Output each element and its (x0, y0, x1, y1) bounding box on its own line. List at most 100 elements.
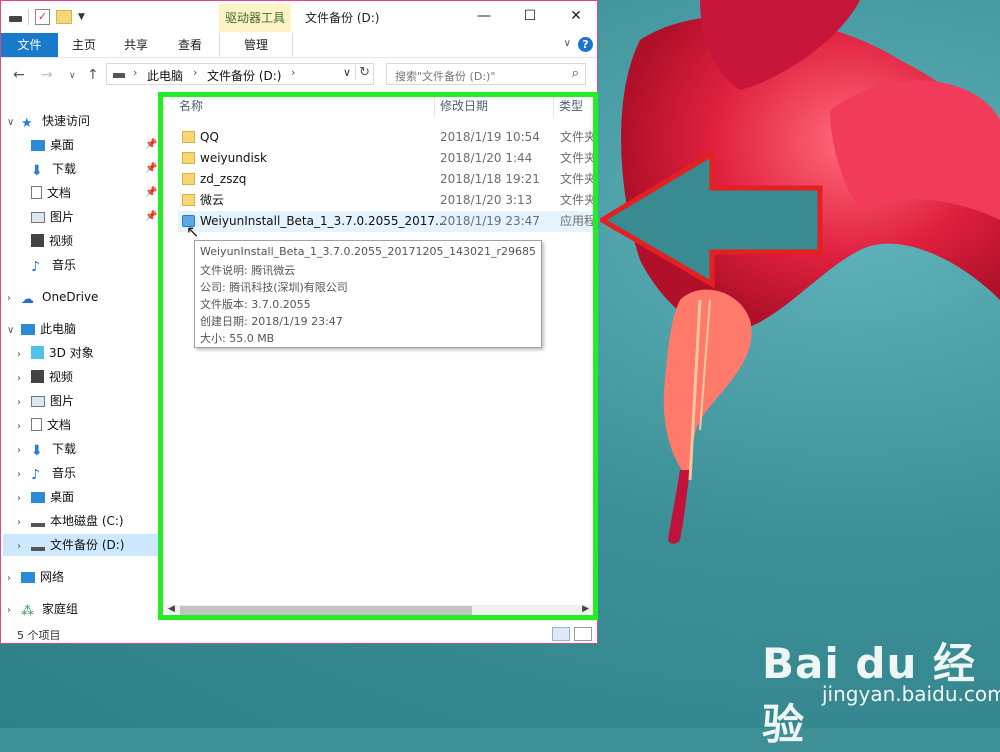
nav-label: 本地磁盘 (C:) (50, 514, 124, 528)
search-input[interactable]: 搜索"文件备份 (D:)" (395, 68, 495, 84)
network-icon (21, 572, 35, 583)
pin-icon[interactable]: 📌 (145, 163, 157, 174)
expand-arrow-icon[interactable]: › (17, 488, 31, 510)
nav-onedrive[interactable]: › ☁ OneDrive (7, 286, 98, 308)
star-icon: ★ (21, 116, 33, 131)
tab-file[interactable]: 文件 (1, 33, 58, 57)
expand-arrow-icon[interactable]: › (7, 288, 21, 310)
watermark-url: jingyan.baidu.com (822, 682, 1000, 706)
new-folder-icon[interactable] (56, 10, 72, 24)
breadcrumb-this-pc[interactable]: 此电脑 (147, 67, 183, 84)
breadcrumb-drive-d[interactable]: 文件备份 (D:) (207, 67, 281, 84)
nav-homegroup[interactable]: › ⁂ 家庭组 (7, 598, 78, 620)
toolbar-divider (28, 9, 29, 25)
nav-item-pc-desktop[interactable]: › 桌面 (17, 486, 74, 508)
expand-arrow-icon[interactable]: › (17, 512, 31, 534)
expand-arrow-icon[interactable]: › (17, 368, 31, 390)
document-icon (31, 186, 42, 199)
drive-icon[interactable] (9, 16, 22, 22)
address-bar[interactable]: › 此电脑 › 文件备份 (D:) › ∨ ↻ (106, 63, 374, 85)
highlight-box (158, 92, 598, 620)
collapse-ribbon-icon[interactable]: ∨ (564, 38, 571, 49)
maximize-button[interactable]: ☐ (507, 1, 553, 31)
nav-label: 视频 (49, 234, 74, 248)
nav-item-videos[interactable]: 视频 (31, 230, 73, 252)
nav-label: 桌面 (50, 138, 75, 152)
nav-item-pc-pictures[interactable]: › 图片 (17, 390, 74, 412)
tab-home[interactable]: 主页 (61, 33, 107, 57)
nav-this-pc[interactable]: ∨ 此电脑 (7, 318, 76, 340)
windows-drive-icon (31, 517, 45, 527)
details-view-icon[interactable] (552, 627, 570, 641)
expand-arrow-icon[interactable]: › (17, 536, 31, 558)
search-icon[interactable]: ⌕ (572, 66, 579, 81)
tab-view[interactable]: 查看 (167, 33, 213, 57)
nav-item-downloads[interactable]: ⬇ 下载 (31, 158, 76, 180)
nav-label: OneDrive (42, 290, 99, 304)
window-title: 文件备份 (D:) (305, 11, 380, 25)
expand-arrow-icon[interactable]: › (17, 464, 31, 486)
minimize-button[interactable]: — (461, 1, 507, 31)
nav-item-drive-c[interactable]: › 本地磁盘 (C:) (17, 510, 124, 532)
chevron-down-icon[interactable]: ▼ (78, 12, 85, 22)
tooltip-created: 创建日期: 2018/1/19 23:47 (200, 315, 343, 328)
navigation-pane: ∨ ★ 快速访问 桌面 📌 ⬇ 下载 📌 文档 📌 图片 📌 视频 ♪ 音乐 › ☁ One… (1, 105, 158, 625)
drive-icon (113, 73, 125, 78)
expand-arrow-icon[interactable]: › (7, 600, 21, 622)
large-icons-view-icon[interactable] (574, 627, 592, 641)
computer-icon (21, 324, 35, 335)
nav-label: 快速访问 (42, 114, 91, 128)
nav-item-pc-downloads[interactable]: › ⬇ 下载 (17, 438, 76, 460)
ribbon-tabs: 文件 主页 共享 查看 管理 ∨ ? (1, 33, 597, 58)
expand-arrow-icon[interactable]: › (17, 440, 31, 462)
nav-item-pc-music[interactable]: › ♪ 音乐 (17, 462, 76, 484)
breadcrumb-separator-icon[interactable]: › (133, 66, 137, 79)
nav-item-drive-d[interactable]: › 文件备份 (D:) (3, 534, 158, 556)
file-tooltip: WeiyunInstall_Beta_1_3.7.0.2055_20171205… (194, 240, 542, 348)
nav-label: 音乐 (52, 258, 77, 272)
expand-arrow-icon[interactable]: › (17, 392, 31, 414)
cloud-icon: ☁ (21, 292, 34, 307)
desktop-icon (31, 140, 45, 151)
recent-locations-icon[interactable]: ∨ (69, 71, 76, 81)
refresh-icon[interactable]: ↻ (355, 65, 370, 80)
download-icon: ⬇ (31, 443, 43, 459)
pin-icon[interactable]: 📌 (145, 187, 157, 198)
back-icon[interactable]: ← (13, 67, 25, 83)
nav-item-music[interactable]: ♪ 音乐 (31, 254, 76, 276)
cube-icon (31, 346, 44, 359)
nav-label: 此电脑 (40, 322, 77, 336)
nav-item-pc-documents[interactable]: › 文档 (17, 414, 71, 436)
nav-item-3d-objects[interactable]: › 3D 对象 (17, 342, 94, 364)
expand-arrow-icon[interactable]: ∨ (7, 112, 21, 134)
nav-item-pictures[interactable]: 图片 (31, 206, 74, 228)
nav-label: 下载 (52, 162, 77, 176)
nav-item-pc-videos[interactable]: › 视频 (17, 366, 73, 388)
expand-arrow-icon[interactable]: › (7, 568, 21, 590)
nav-item-documents[interactable]: 文档 (31, 182, 71, 204)
properties-icon[interactable]: ✓ (35, 9, 50, 25)
breadcrumb-separator-icon[interactable]: › (193, 66, 197, 79)
document-icon (31, 418, 42, 431)
nav-network[interactable]: › 网络 (7, 566, 64, 588)
tab-share[interactable]: 共享 (113, 33, 159, 57)
nav-label: 家庭组 (42, 602, 79, 616)
pin-icon[interactable]: 📌 (145, 139, 157, 150)
search-box[interactable]: 搜索"文件备份 (D:)" ⌕ (386, 63, 586, 85)
expand-arrow-icon[interactable]: › (17, 416, 31, 438)
forward-icon[interactable]: → (41, 67, 53, 83)
nav-quick-access[interactable]: ∨ ★ 快速访问 (7, 110, 90, 132)
breadcrumb-separator-icon[interactable]: › (291, 66, 295, 79)
nav-label: 文件备份 (D:) (50, 538, 125, 552)
nav-item-desktop[interactable]: 桌面 (31, 134, 74, 156)
homegroup-icon: ⁂ (21, 604, 34, 619)
expand-arrow-icon[interactable]: › (17, 344, 31, 366)
address-dropdown-icon[interactable]: ∨ (343, 66, 351, 79)
pin-icon[interactable]: 📌 (145, 211, 157, 222)
tab-manage[interactable]: 管理 (219, 33, 293, 57)
help-icon[interactable]: ? (578, 37, 593, 52)
up-icon[interactable]: ↑ (87, 67, 99, 83)
expand-arrow-icon[interactable]: ∨ (7, 320, 21, 342)
close-button[interactable]: ✕ (553, 1, 599, 31)
picture-icon (31, 396, 45, 407)
